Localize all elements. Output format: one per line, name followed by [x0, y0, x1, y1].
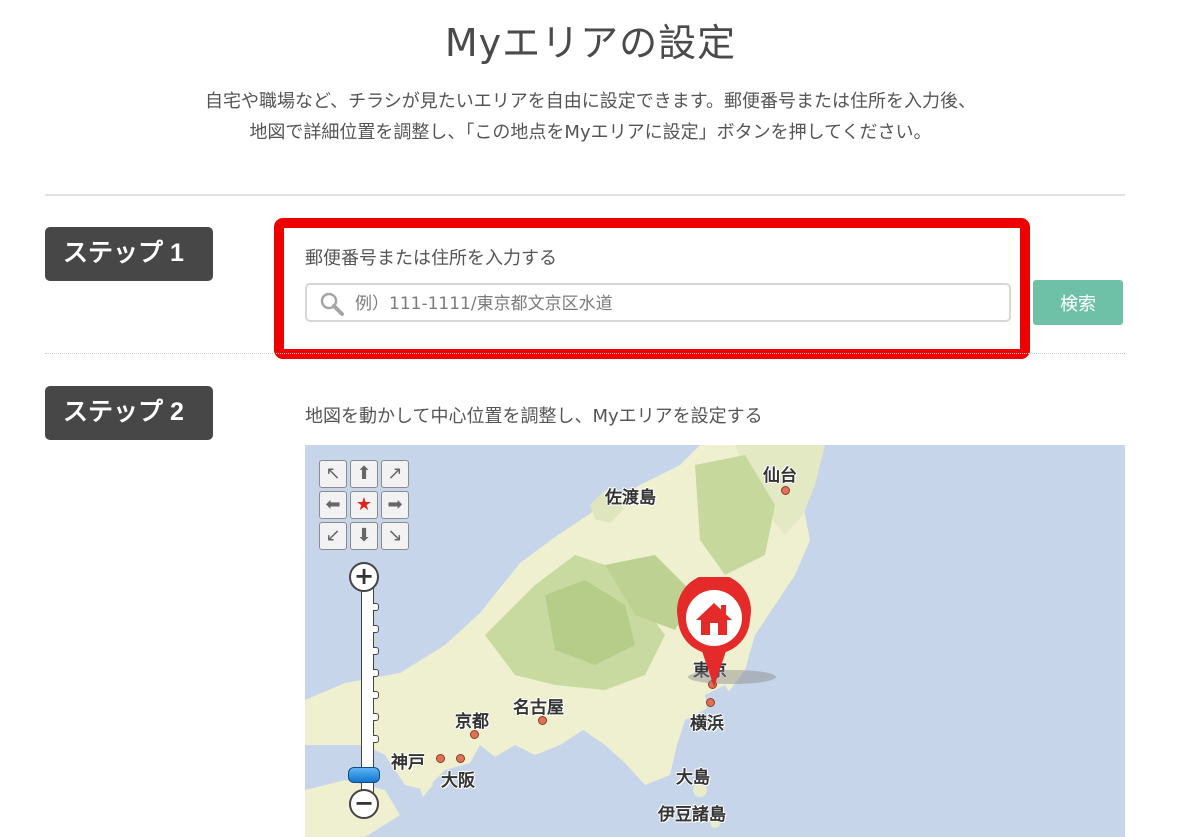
- step2-label: 地図を動かして中心位置を調整し、Myエリアを設定する: [305, 406, 763, 427]
- map-label-kobe: 神戸: [391, 753, 425, 773]
- center-star-icon[interactable]: ★: [350, 491, 378, 519]
- divider-dotted: [45, 353, 1125, 354]
- step2-badge: ステップ 2: [45, 386, 213, 440]
- map-label-sado: 佐渡島: [605, 488, 656, 508]
- zoom-out-icon[interactable]: −: [349, 789, 379, 819]
- zoom-tick: [373, 625, 379, 633]
- map-label-nagoya: 名古屋: [513, 698, 564, 718]
- home-pin-icon[interactable]: [670, 577, 780, 689]
- map-dot-osaka: [456, 754, 465, 763]
- map-label-izu: 伊豆諸島: [658, 805, 726, 825]
- zoom-tick: [373, 735, 379, 743]
- map-dot-kyoto: [470, 730, 479, 739]
- zoom-in-icon[interactable]: +: [349, 562, 379, 592]
- pan-down-icon[interactable]: ⬇: [350, 522, 378, 550]
- pan-up-icon[interactable]: ⬆: [350, 460, 378, 488]
- highlight-frame: [274, 218, 1030, 359]
- map-pan-control: ↖ ⬆ ↗ ⬅ ★ ➡ ↙ ⬇ ↘: [319, 460, 410, 551]
- map-label-osaka: 大阪: [441, 771, 475, 791]
- map-view[interactable]: ↖ ⬆ ↗ ⬅ ★ ➡ ↙ ⬇ ↘ + − 仙台 佐渡島 東京 名古屋 京都 横…: [305, 445, 1125, 837]
- page-description: 自宅や職場など、チラシが見たいエリアを自由に設定できます。郵便番号または住所を入…: [0, 86, 1181, 148]
- pan-up-right-icon[interactable]: ↗: [381, 460, 409, 488]
- map-label-oshima: 大島: [676, 768, 710, 788]
- map-dot-kobe: [436, 754, 445, 763]
- pan-up-left-icon[interactable]: ↖: [319, 460, 347, 488]
- zoom-tick: [373, 647, 379, 655]
- zoom-tick: [373, 669, 379, 677]
- map-label-kyoto: 京都: [455, 712, 489, 732]
- pan-left-icon[interactable]: ⬅: [319, 491, 347, 519]
- pan-right-icon[interactable]: ➡: [381, 491, 409, 519]
- step1-badge: ステップ 1: [45, 227, 213, 281]
- map-dot-sendai: [781, 486, 790, 495]
- zoom-tick: [373, 603, 379, 611]
- map-label-sendai: 仙台: [763, 466, 797, 486]
- map-dot-yokohama: [706, 698, 715, 707]
- page-title: Myエリアの設定: [444, 21, 737, 65]
- zoom-tick: [373, 691, 379, 699]
- pan-down-right-icon[interactable]: ↘: [381, 522, 409, 550]
- map-label-yokohama: 横浜: [690, 714, 724, 734]
- zoom-slider-thumb[interactable]: [348, 767, 380, 783]
- description-line-1: 自宅や職場など、チラシが見たいエリアを自由に設定できます。郵便番号または住所を入…: [205, 91, 976, 112]
- zoom-tick: [373, 713, 379, 721]
- pan-down-left-icon[interactable]: ↙: [319, 522, 347, 550]
- divider-top: [45, 194, 1125, 196]
- search-button[interactable]: 検索: [1033, 280, 1123, 325]
- description-line-2: 地図で詳細位置を調整し、「この地点をMyエリアに設定」ボタンを押してください。: [249, 122, 932, 143]
- map-dot-nagoya: [538, 716, 547, 725]
